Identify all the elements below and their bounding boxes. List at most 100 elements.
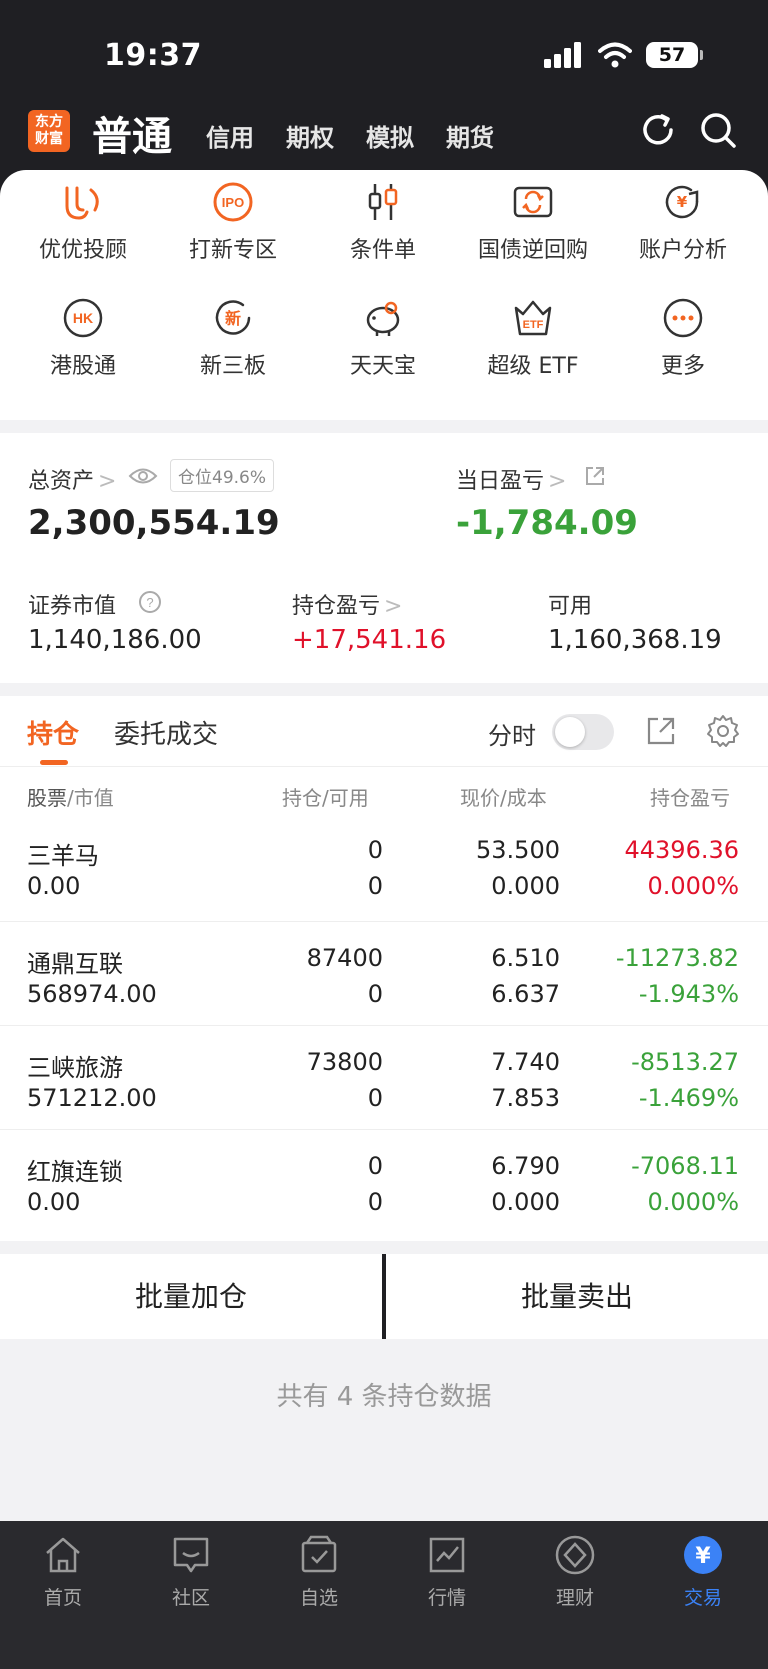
col-pl-header: 持仓盈亏 (650, 786, 730, 810)
eye-icon[interactable] (128, 465, 158, 487)
batch-sell-button[interactable]: 批量卖出 (386, 1254, 768, 1339)
intraday-toggle-label: 分时 (488, 722, 536, 750)
table-row[interactable]: 红旗连锁 0.00 0 0 6.790 0.000 -7068.11 0.000… (0, 1130, 768, 1234)
table-row[interactable]: 三羊马 0.00 0 0 53.500 0.000 44396.36 0.000… (0, 818, 768, 922)
neeq-icon: 新 (215, 300, 251, 335)
stock-available: 0 (367, 872, 383, 900)
refresh-icon[interactable] (638, 110, 678, 150)
shortcut-ipo[interactable]: IPO 打新专区 (158, 180, 308, 264)
section-divider (0, 683, 768, 696)
export-icon[interactable] (646, 716, 676, 746)
trade-icon: ¥ (684, 1536, 722, 1574)
top-nav: 东方 财富 普通 信用 期权 模拟 期货 (0, 104, 768, 170)
help-icon[interactable]: ? (138, 590, 162, 614)
divider (0, 766, 768, 767)
tab-label: 理财 (555, 1587, 594, 1609)
footer-area: 共有 4 条持仓数据 (0, 1339, 768, 1521)
app-logo: 东方 财富 (28, 110, 70, 152)
tab-credit[interactable]: 信用 (206, 118, 254, 153)
share-icon[interactable] (584, 465, 606, 487)
tab-futures[interactable]: 期货 (446, 118, 494, 153)
shortcut-label: 更多 (660, 354, 705, 379)
shortcut-neeq[interactable]: 新 新三板 (158, 296, 308, 380)
tab-normal[interactable]: 普通 (92, 104, 172, 162)
tab-watchlist[interactable]: 自选 (264, 1533, 374, 1610)
wealth-icon (555, 1535, 595, 1575)
shortcut-account-analysis[interactable]: ¥ 账户分析 (608, 180, 758, 264)
stock-name: 红旗连锁 (27, 1158, 123, 1186)
ipo-icon: IPO (213, 182, 253, 222)
position-ratio-badge: 仓位49.6% (170, 459, 275, 492)
shortcut-hk-connect[interactable]: HK 港股通 (8, 296, 158, 380)
tab-options[interactable]: 期权 (286, 118, 334, 153)
stock-position: 0 (367, 836, 383, 864)
stock-pl-pct: 0.000% (647, 1188, 739, 1216)
search-icon[interactable] (698, 110, 738, 150)
total-assets-label[interactable]: 总资产 > (28, 463, 116, 495)
holdings-count-text: 共有 4 条持仓数据 (276, 1382, 492, 1412)
stock-pl: -7068.11 (631, 1152, 739, 1180)
daily-pl-label[interactable]: 当日盈亏 > (456, 463, 566, 495)
stock-position: 87400 (306, 944, 383, 972)
status-bar: 19:37 57 (0, 0, 768, 104)
home-icon (46, 1537, 80, 1573)
chevron-right-icon: > (548, 469, 567, 494)
stock-name: 通鼎互联 (27, 950, 123, 978)
watchlist-icon (301, 1535, 337, 1573)
col-position-header: 持仓/可用 (282, 786, 369, 810)
stock-pl: -8513.27 (631, 1048, 739, 1076)
tab-positions[interactable]: 持仓 (27, 714, 79, 751)
intraday-toggle[interactable] (552, 714, 614, 750)
tab-market[interactable]: 行情 (392, 1533, 502, 1610)
svg-text:?: ? (146, 595, 153, 610)
tab-home[interactable]: 首页 (8, 1533, 118, 1610)
stock-name: 三羊马 (27, 842, 99, 870)
table-row[interactable]: 三峡旅游 571212.00 73800 0 7.740 7.853 -8513… (0, 1026, 768, 1130)
market-value-label: 证券市值 (28, 588, 116, 620)
shortcut-label: 天天宝 (349, 354, 416, 379)
shortcut-more[interactable]: 更多 (608, 296, 758, 380)
batch-buy-button[interactable]: 批量加仓 (0, 1254, 382, 1339)
table-row[interactable]: 通鼎互联 568974.00 87400 0 6.510 6.637 -1127… (0, 922, 768, 1026)
holding-pl-value: +17,541.16 (292, 625, 447, 655)
holding-pl-label[interactable]: 持仓盈亏 > (292, 588, 402, 620)
svg-text:¥: ¥ (677, 193, 688, 211)
holdings-panel: 持仓 委托成交 分时 股票/市值 持仓/可用 现价/成本 持仓盈亏 三羊马 0.… (0, 696, 768, 1241)
col-price-header: 现价/成本 (460, 786, 547, 810)
tab-wealth[interactable]: 理财 (520, 1533, 630, 1610)
shortcut-bond-repo[interactable]: 国债逆回购 (458, 180, 608, 264)
tab-simulation[interactable]: 模拟 (366, 118, 414, 153)
tab-trade[interactable]: ¥ 交易 (648, 1533, 758, 1610)
stock-cost: 6.637 (491, 980, 560, 1008)
shortcut-youyou[interactable]: 优优投顾 (8, 180, 158, 264)
col-marketvalue-label: 市值 (73, 786, 114, 810)
chevron-right-icon: > (98, 469, 117, 494)
condition-order-icon (368, 184, 398, 220)
tab-orders[interactable]: 委托成交 (114, 714, 218, 751)
toggle-knob (555, 717, 585, 747)
asset-summary: 总资产 > 仓位49.6% 2,300,554.19 当日盈亏 > -1,784.0… (0, 433, 768, 683)
stock-price: 53.500 (476, 836, 560, 864)
available-label: 可用 (548, 594, 593, 619)
neeq-icon-text: 新 (225, 309, 241, 328)
stock-available: 0 (367, 1188, 383, 1216)
stock-pl-pct: 0.000% (647, 872, 739, 900)
stock-cost: 0.000 (491, 1188, 560, 1216)
shortcut-tiantianbao[interactable]: 天天宝 (308, 296, 458, 380)
col-available-label: 可用 (328, 786, 369, 810)
market-value-text: 证券市值 (28, 594, 117, 619)
shortcut-super-etf[interactable]: ETF 超级 ETF (458, 296, 608, 380)
tab-label: 首页 (43, 1587, 82, 1609)
tab-community[interactable]: 社区 (136, 1533, 246, 1610)
more-icon (663, 298, 703, 338)
market-icon (429, 1537, 465, 1573)
youyou-icon (65, 186, 99, 220)
etf-icon-text: ETF (523, 319, 544, 331)
stock-pl-pct: -1.469% (638, 1084, 739, 1112)
shortcut-condition-order[interactable]: 条件单 (308, 180, 458, 264)
col-position-label: 持仓 (282, 786, 322, 810)
bond-repo-icon (513, 186, 553, 218)
settings-gear-icon[interactable] (706, 714, 740, 748)
stock-pl: -11273.82 (615, 944, 739, 972)
section-divider (0, 420, 768, 433)
